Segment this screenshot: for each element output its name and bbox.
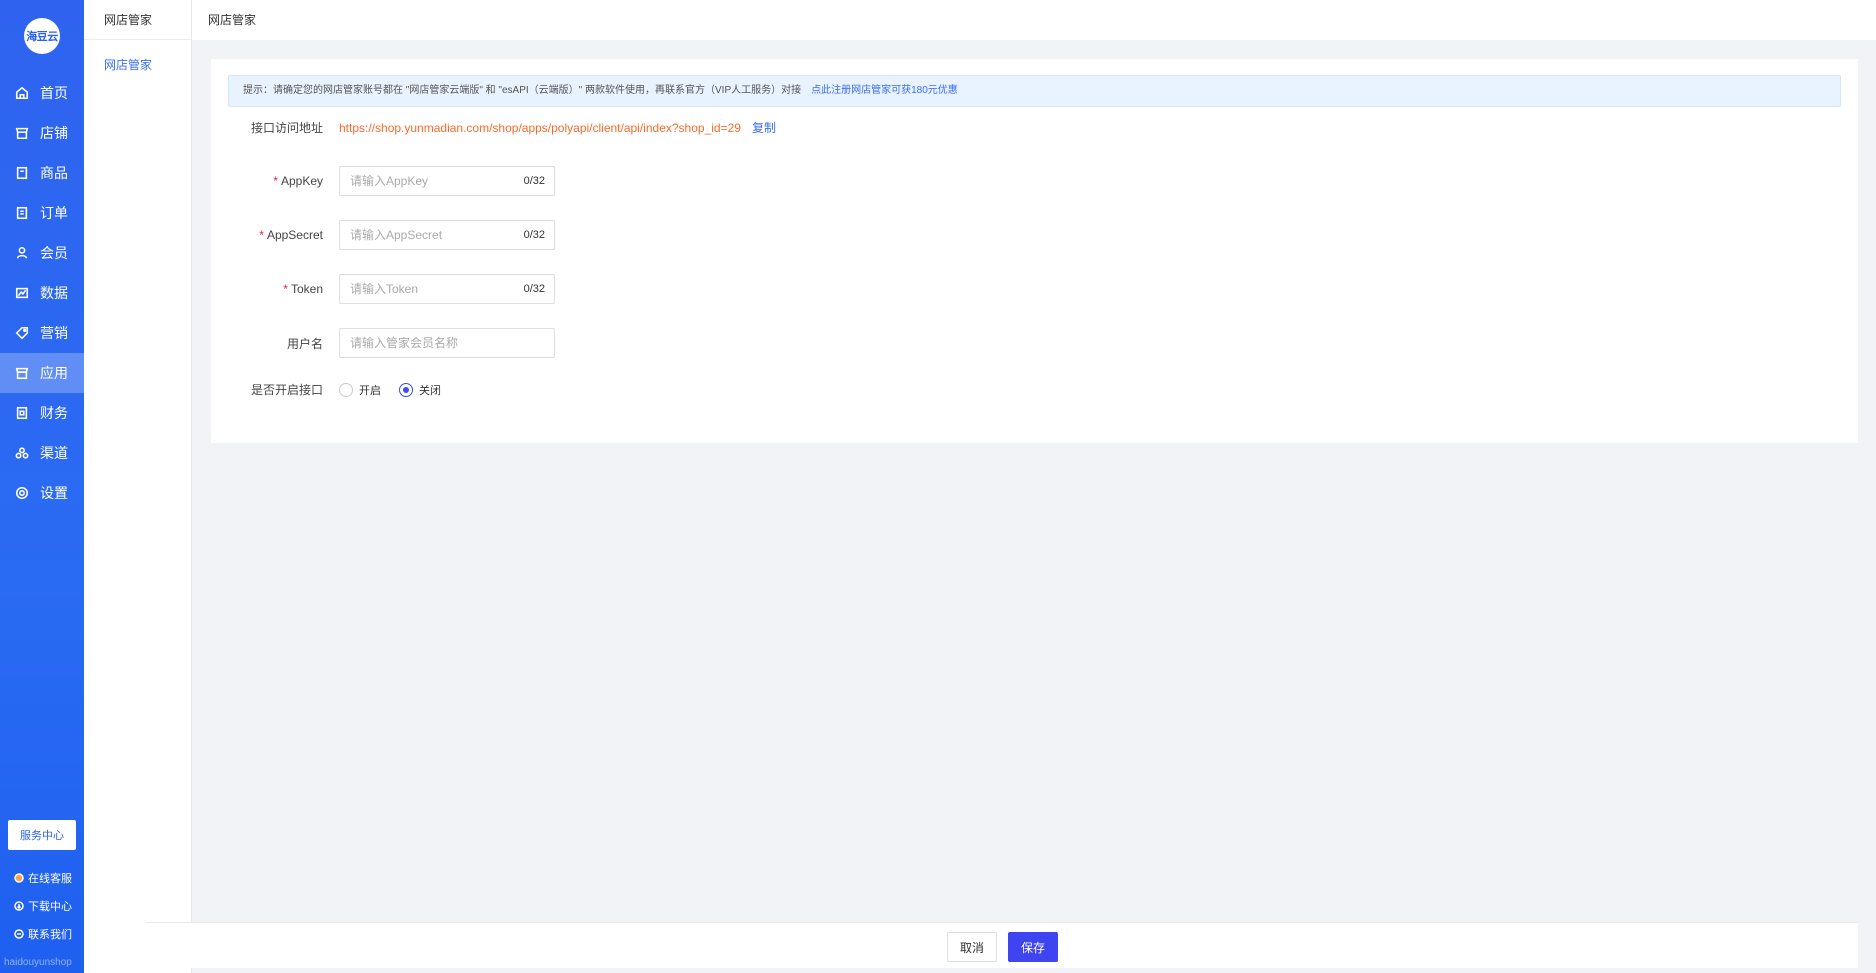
enable-row: 是否开启接口 开启 关闭	[211, 381, 459, 398]
nav-label: 会员	[40, 245, 68, 261]
appsecret-counter: 0/32	[523, 229, 545, 241]
required-mark: *	[273, 174, 278, 188]
nav-item-channel[interactable]: 渠道	[0, 433, 84, 473]
api-url-row: 接口访问地址 https://shop.yunmadian.com/shop/a…	[211, 119, 776, 136]
bottom-link-label: 下载中心	[28, 901, 72, 913]
main-nav: 首页 店铺 商品 订单 会员 数据 营销 应用 财务 渠道 设置	[0, 73, 84, 513]
api-url-value: https://shop.yunmadian.com/shop/apps/pol…	[339, 120, 741, 135]
bottom-link-label: 在线客服	[28, 873, 72, 885]
required-mark: *	[283, 282, 288, 296]
online-support-link[interactable]: 在线客服	[14, 864, 72, 892]
notice-banner: 提示：请确定您的网店管家账号都在 "网店管家云端版" 和 "esAPI（云端版）…	[228, 75, 1841, 107]
appkey-label-text: AppKey	[280, 174, 323, 188]
shop-icon	[14, 125, 30, 141]
service-center-button[interactable]: 服务中心	[8, 820, 76, 850]
download-icon	[14, 901, 24, 911]
appkey-label: * AppKey	[211, 174, 339, 188]
nav-item-order[interactable]: 订单	[0, 193, 84, 233]
token-field: 0/32	[339, 274, 555, 304]
appsecret-label-text: AppSecret	[266, 228, 323, 242]
chart-icon	[14, 285, 30, 301]
cancel-button[interactable]: 取消	[947, 932, 997, 962]
nav-item-app[interactable]: 应用	[0, 353, 84, 393]
register-link[interactable]: 点此注册网店管家可获180元优惠	[811, 85, 958, 96]
bottom-link-label: 联系我们	[28, 929, 72, 941]
nav-item-settings[interactable]: 设置	[0, 473, 84, 513]
appsecret-label: * AppSecret	[211, 228, 339, 242]
nav-label: 渠道	[40, 445, 68, 461]
sub-sidebar: 网店管家 网店管家	[84, 0, 192, 973]
token-row: *Token 0/32	[211, 274, 555, 304]
appkey-counter: 0/32	[523, 175, 545, 187]
nav-label: 营销	[40, 325, 68, 341]
nav-item-marketing[interactable]: 营销	[0, 313, 84, 353]
user-icon	[14, 245, 30, 261]
radio-label: 关闭	[419, 384, 441, 397]
required-mark: *	[259, 228, 264, 242]
download-center-link[interactable]: 下载中心	[14, 892, 72, 920]
radio-circle	[399, 382, 413, 397]
finance-icon	[14, 405, 30, 421]
gear-icon	[14, 485, 30, 501]
save-button[interactable]: 保存	[1008, 932, 1058, 962]
appkey-field: 0/32	[339, 166, 555, 196]
token-label-text: Token	[290, 282, 323, 296]
footer-action-bar: 取消 保存	[146, 922, 1858, 968]
goods-icon	[14, 165, 30, 181]
nav-label: 应用	[40, 365, 68, 381]
nav-label: 设置	[40, 485, 68, 501]
nav-item-shop[interactable]: 店铺	[0, 113, 84, 153]
nav-label: 订单	[40, 205, 68, 221]
appsecret-field: 0/32	[339, 220, 555, 250]
nav-label: 数据	[40, 285, 68, 301]
main-sidebar: 海豆云 首页 店铺 商品 订单 会员 数据 营销 应用 财务 渠道 设置 服务中…	[0, 0, 84, 973]
order-icon	[14, 205, 30, 221]
nav-label: 商品	[40, 165, 68, 181]
contact-us-link[interactable]: 联系我们	[14, 920, 72, 948]
channel-icon	[14, 445, 30, 461]
nav-item-data[interactable]: 数据	[0, 273, 84, 313]
radio-label: 开启	[359, 384, 381, 397]
radio-enable-off[interactable]: 关闭	[399, 382, 441, 398]
tag-icon	[14, 325, 30, 341]
nav-item-goods[interactable]: 商品	[0, 153, 84, 193]
nav-label: 首页	[40, 85, 68, 101]
appkey-input[interactable]	[340, 167, 510, 195]
nav-item-member[interactable]: 会员	[0, 233, 84, 273]
notice-text: 提示：请确定您的网店管家账号都在 "网店管家云端版" 和 "esAPI（云端版）…	[243, 85, 802, 96]
app-icon	[14, 365, 30, 381]
nav-label: 财务	[40, 405, 68, 421]
appkey-row: *AppKey 0/32	[211, 166, 555, 196]
subnav-item-wangdian[interactable]: 网店管家	[84, 43, 191, 87]
copy-button[interactable]: 复制	[752, 119, 776, 136]
username-input[interactable]	[340, 329, 540, 357]
username-row: 用户名	[211, 328, 555, 358]
token-label: * Token	[211, 282, 339, 296]
nav-item-finance[interactable]: 财务	[0, 393, 84, 433]
logo[interactable]: 海豆云	[24, 18, 60, 54]
nav-item-home[interactable]: 首页	[0, 73, 84, 113]
radio-circle	[339, 382, 353, 397]
appsecret-input[interactable]	[340, 221, 510, 249]
enable-label: 是否开启接口	[250, 383, 323, 397]
home-icon	[14, 85, 30, 101]
radio-enable-on[interactable]: 开启	[339, 382, 381, 398]
api-url-label: 接口访问地址	[250, 121, 323, 135]
bottom-links: 在线客服 下载中心 联系我们	[14, 864, 72, 948]
username-field	[339, 328, 555, 358]
watermark: haidouyunshop	[4, 957, 72, 968]
subnav-title: 网店管家	[84, 0, 191, 40]
token-counter: 0/32	[523, 283, 545, 295]
appsecret-row: *AppSecret 0/32	[211, 220, 555, 250]
nav-label: 店铺	[40, 125, 68, 141]
chat-icon	[14, 873, 24, 883]
username-label: 用户名	[286, 336, 323, 351]
contact-icon	[14, 929, 24, 939]
token-input[interactable]	[340, 275, 510, 303]
config-card: 提示：请确定您的网店管家账号都在 "网店管家云端版" 和 "esAPI（云端版）…	[211, 59, 1858, 443]
breadcrumb: 网店管家	[192, 0, 1876, 40]
